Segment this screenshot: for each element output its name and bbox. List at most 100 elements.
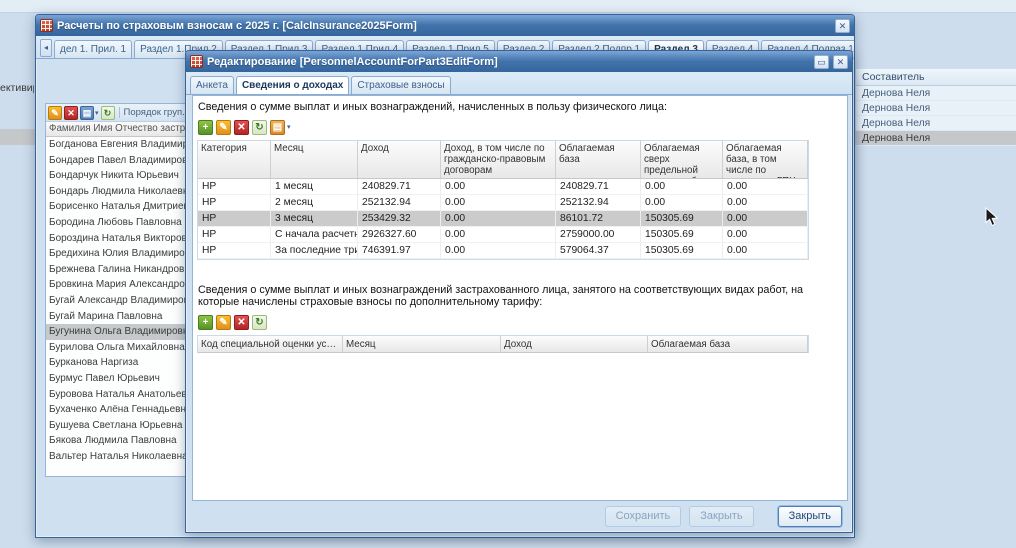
special-tariff-section-label: Сведения о сумме выплат и иных вознаграж… (198, 284, 804, 308)
list-item[interactable]: Бурканова Наргиза (46, 355, 201, 371)
refresh-icon[interactable]: ↻ (252, 314, 267, 330)
column-header[interactable]: Доход, в том числе по гражданско-правовы… (441, 141, 556, 178)
edit-dialog: Редактирование [PersonnelAccountForPart3… (185, 50, 853, 533)
cell: 86101.72 (556, 211, 641, 226)
list-item[interactable]: Буровова Наталья Анатольевна (46, 387, 201, 403)
list-item[interactable]: Бровкина Мария Александровна (46, 277, 201, 293)
cell: 0.00 (641, 179, 723, 194)
main-window-titlebar[interactable]: Расчеты по страховым взносам с 2025 г. [… (36, 15, 854, 36)
desktop-top-band (0, 0, 1016, 13)
column-header[interactable]: Облагаемая база (648, 336, 808, 352)
add-icon[interactable]: + (198, 314, 213, 330)
delete-icon[interactable]: ✕ (234, 119, 249, 135)
list-item[interactable]: Вальтер Наталья Николаевна (46, 449, 201, 465)
close-icon[interactable]: ✕ (833, 54, 848, 69)
tab-item[interactable]: Анкета (190, 76, 234, 94)
cell: С начала расчетн... (271, 227, 358, 242)
cell: 0.00 (441, 227, 556, 242)
restore-icon[interactable]: ▭ (814, 54, 829, 69)
tab-scroll-left-icon[interactable]: ◂ (40, 39, 53, 57)
edit-icon[interactable]: ✎ (216, 119, 231, 135)
list-item[interactable]: Бондарчук Никита Юрьевич (46, 168, 201, 184)
delete-icon[interactable]: ✕ (64, 105, 78, 120)
cell: 0.00 (441, 179, 556, 194)
edit-icon[interactable]: ✎ (48, 105, 62, 120)
list-item[interactable]: Бугунина Ольга Владимировна (46, 324, 201, 340)
cell: 240829.71 (358, 179, 441, 194)
list-item[interactable]: Бякова Людмила Павловна (46, 433, 201, 449)
bg-row: Дернова Неля (856, 101, 1016, 116)
list-item[interactable]: Бородина Любовь Павловна (46, 215, 201, 231)
list-item[interactable]: Бугай Марина Павловна (46, 309, 201, 325)
list-item[interactable]: Бурилова Ольга Михайловна (46, 340, 201, 356)
cell: 2 месяц (271, 195, 358, 210)
grid-header: Категория Месяц Доход Доход, в том числе по… (198, 141, 808, 179)
cell: 0.00 (441, 195, 556, 210)
cell: НР (198, 195, 271, 210)
main-window-title: Расчеты по страховым взносам с 2025 г. [… (57, 19, 417, 32)
cell: 252132.94 (556, 195, 641, 210)
cell: 0.00 (641, 195, 723, 210)
close-button: Закрыть (689, 505, 754, 527)
table-row[interactable]: НРЗа последние три...746391.970.00579064… (198, 243, 808, 259)
list-item[interactable]: Богданова Евгения Владимировна (46, 137, 201, 153)
background-grid: Составитель Дернова Неля Дернова Неля Дерн… (856, 68, 1016, 146)
column-header[interactable]: Облагаемая база, в том числе по договора… (723, 141, 808, 178)
column-header[interactable]: Категория (198, 141, 271, 178)
bg-row: Дернова Неля (856, 131, 1016, 146)
dialog-icon (190, 55, 203, 68)
cell: 0.00 (723, 211, 808, 226)
cell: 3 месяц (271, 211, 358, 226)
cell: 0.00 (723, 195, 808, 210)
list-item[interactable]: Брежнева Галина Никандровна (46, 262, 201, 278)
cell: 150305.69 (641, 243, 723, 258)
persons-column-header[interactable]: Фамилия Имя Отчество застрахованного (46, 122, 201, 137)
tab-active[interactable]: Сведения о доходах (235, 76, 350, 94)
refresh-icon[interactable]: ↻ (100, 105, 115, 120)
cell: 2759000.00 (556, 227, 641, 242)
list-item[interactable]: Бурмус Павел Юрьевич (46, 371, 201, 387)
refresh-icon[interactable]: ↻ (252, 119, 267, 135)
column-header[interactable]: Доход (358, 141, 441, 178)
income-toolbar: + ✎ ✕ ↻ ▤ ▾ (197, 117, 843, 137)
list-item[interactable]: Бредихина Юлия Владимировна (46, 246, 201, 262)
table-row[interactable]: НР 2 месяц 252132.94 0.00 252132.94 0.00 0.00 (198, 195, 808, 211)
cell: НР (198, 179, 271, 194)
column-header[interactable]: Код специальной оценки условий т... (198, 336, 343, 352)
list-item[interactable]: Бороздина Наталья Викторовна (46, 231, 201, 247)
column-header[interactable]: Облагаемая сверх предельной величины баз… (641, 141, 723, 178)
export-icon[interactable]: ▤ (270, 119, 285, 135)
list-item[interactable]: Бондарев Павел Владимирович (46, 153, 201, 169)
print-icon[interactable]: ▤ (80, 105, 94, 120)
list-item[interactable]: Бухаченко Алёна Геннадьевна (46, 402, 201, 418)
persons-grid-toolbar: ✎ ✕ ▤ ▾ ↻ Порядок груп... (46, 104, 201, 122)
table-row[interactable]: НР 1 месяц 240829.71 0.00 240829.71 0.00 0.00 (198, 179, 808, 195)
print-dropdown-icon[interactable]: ▾ (95, 109, 99, 117)
export-dropdown-icon[interactable]: ▾ (287, 123, 291, 131)
add-icon[interactable]: + (198, 119, 213, 135)
column-header[interactable]: Доход (501, 336, 648, 352)
tab-item[interactable]: дел 1. Прил. 1 (54, 40, 133, 58)
group-order-button[interactable]: Порядок груп... (118, 107, 190, 118)
edit-icon[interactable]: ✎ (216, 314, 231, 330)
special-tariff-table: Код специальной оценки условий т...Месяц… (197, 335, 809, 353)
column-header[interactable]: Облагаемая база (556, 141, 641, 178)
cell: 2926327.60 (358, 227, 441, 242)
list-item[interactable]: Бугай Александр Владимирович (46, 293, 201, 309)
cell: 240829.71 (556, 179, 641, 194)
close-icon[interactable]: ✕ (835, 18, 850, 33)
table-row[interactable]: НРС начала расчетн...2926327.600.0027590… (198, 227, 808, 243)
table-row[interactable]: НР 3 месяц 253429.32 0.00 86101.72 150305.69 0… (198, 211, 808, 227)
dialog-tabstrip: Анкета Сведения о доходах Страховые взносы (186, 72, 852, 95)
close-button[interactable]: Закрыть (777, 505, 842, 527)
cell: НР (198, 211, 271, 226)
column-header[interactable]: Месяц (271, 141, 358, 178)
tab-item[interactable]: Страховые взносы (351, 76, 451, 94)
dialog-titlebar[interactable]: Редактирование [PersonnelAccountForPart3… (186, 51, 852, 72)
list-item[interactable]: Бондарь Людмила Николаевна (46, 184, 201, 200)
cell: НР (198, 227, 271, 242)
delete-icon[interactable]: ✕ (234, 314, 249, 330)
list-item[interactable]: Бушуева Светлана Юрьевна (46, 418, 201, 434)
column-header[interactable]: Месяц (343, 336, 501, 352)
list-item[interactable]: Борисенко Наталья Дмитриевна (46, 199, 201, 215)
